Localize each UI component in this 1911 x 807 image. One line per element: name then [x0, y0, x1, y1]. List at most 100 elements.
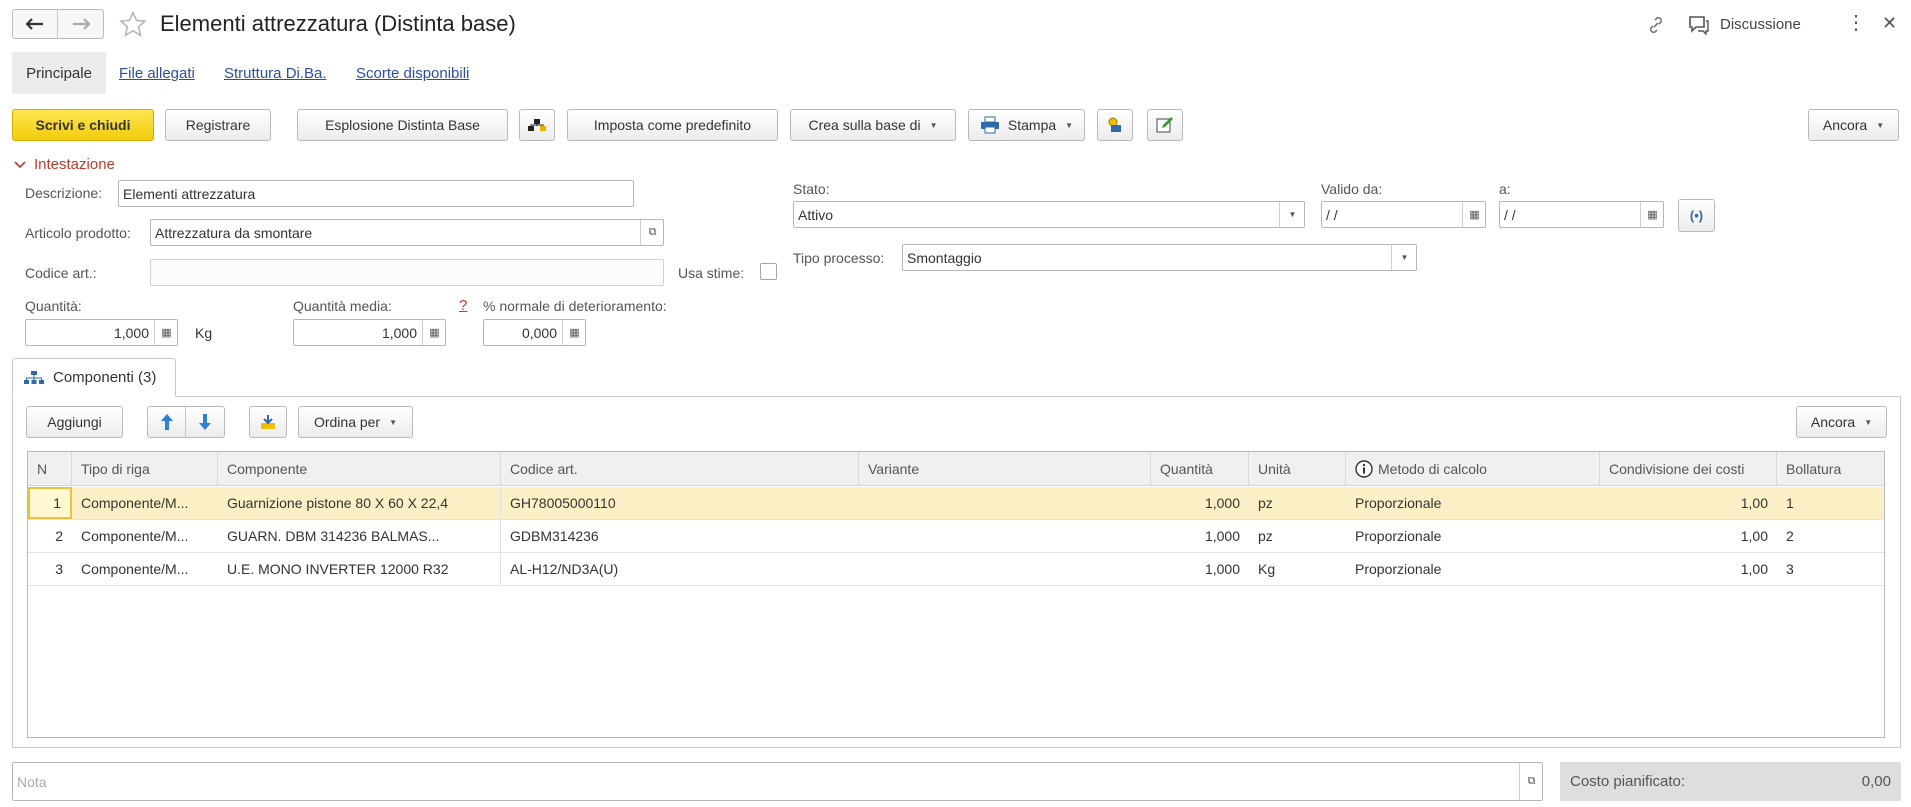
help-link[interactable]: ? [459, 297, 467, 314]
cell-n[interactable]: 3 [28, 553, 72, 585]
cell-unita[interactable]: Kg [1249, 553, 1346, 585]
tab-scorte[interactable]: Scorte disponibili [356, 65, 469, 82]
more-button[interactable]: Ancora ▼ [1808, 109, 1899, 141]
cell-codice[interactable]: GDBM314236 [501, 520, 859, 552]
calendar-icon[interactable]: ▦ [1462, 202, 1485, 227]
cell-condivisione[interactable]: 1,00 [1600, 487, 1777, 519]
cell-metodo[interactable]: Proporzionale [1346, 520, 1600, 552]
structure-button[interactable] [519, 109, 555, 141]
cell-variante[interactable] [859, 553, 1151, 585]
close-icon[interactable]: ✕ [1882, 13, 1897, 33]
tab-struttura[interactable]: Struttura Di.Ba. [224, 65, 327, 82]
save-close-button[interactable]: Scrivi e chiudi [12, 109, 154, 141]
calculator-icon[interactable]: ▦ [562, 320, 585, 345]
set-default-button[interactable]: Imposta come predefinito [567, 109, 778, 141]
caret-down-icon[interactable]: ▼ [1391, 245, 1416, 270]
col-bollatura[interactable]: Bollatura [1777, 452, 1884, 485]
tab-componenti[interactable]: Componenti (3) [12, 358, 176, 397]
col-unita[interactable]: Unità [1249, 452, 1346, 485]
cell-unita[interactable]: pz [1249, 487, 1346, 519]
cell-variante[interactable] [859, 487, 1151, 519]
open-icon[interactable]: ⧉ [640, 220, 663, 245]
cell-quantita[interactable]: 1,000 [1151, 487, 1249, 519]
register-button[interactable]: Registrare [165, 109, 271, 141]
stato-value: Attivo [798, 206, 834, 223]
cell-bollatura[interactable]: 2 [1777, 520, 1884, 552]
valido-da-field[interactable]: / / ▦ [1321, 201, 1486, 228]
col-condivisione[interactable]: Condivisione dei costi [1600, 452, 1777, 485]
tipo-processo-select[interactable]: Smontaggio ▼ [902, 244, 1417, 271]
more-vert-icon[interactable]: ⋮ [1846, 13, 1866, 33]
calculator-icon[interactable]: ▦ [422, 320, 445, 345]
a-field[interactable]: / / ▦ [1499, 201, 1664, 228]
deterioramento-field[interactable]: 0,000 ▦ [483, 319, 586, 346]
cell-bollatura[interactable]: 3 [1777, 553, 1884, 585]
cell-tipo-riga[interactable]: Componente/M... [72, 520, 218, 552]
descrizione-field[interactable]: Elementi attrezzatura [118, 180, 634, 207]
col-codice[interactable]: Codice art. [501, 452, 859, 485]
calculator-icon[interactable]: ▦ [154, 320, 177, 345]
lock-access-button[interactable] [1097, 109, 1133, 141]
tab-file-allegati[interactable]: File allegati [119, 65, 195, 82]
usa-stime-checkbox[interactable] [760, 263, 777, 280]
cell-tipo-riga[interactable]: Componente/M... [72, 553, 218, 585]
link-icon[interactable] [1646, 15, 1666, 35]
codice-field[interactable] [150, 259, 664, 286]
sort-button[interactable]: Ordina per ▼ [298, 406, 413, 438]
stato-select[interactable]: Attivo ▼ [793, 201, 1305, 228]
components-table: N Tipo di riga Componente Codice art. Va… [27, 451, 1885, 738]
edit-button[interactable] [1147, 109, 1183, 141]
col-variante[interactable]: Variante [859, 452, 1151, 485]
forward-button[interactable] [58, 10, 103, 38]
calendar-icon[interactable]: ▦ [1640, 202, 1663, 227]
cell-bollatura[interactable]: 1 [1777, 487, 1884, 519]
quantita-media-field[interactable]: 1,000 ▦ [293, 319, 446, 346]
cell-tipo-riga[interactable]: Componente/M... [72, 487, 218, 519]
cell-n[interactable]: 1 [28, 487, 72, 519]
discussion-link[interactable]: Discussione [1720, 16, 1801, 33]
hierarchy-icon [24, 370, 44, 384]
print-button[interactable]: Stampa ▼ [968, 109, 1085, 141]
cell-componente[interactable]: Guarnizione pistone 80 X 60 X 22,4 [218, 487, 501, 519]
open-icon[interactable]: ⧉ [1519, 763, 1542, 800]
add-button[interactable]: Aggiungi [26, 406, 123, 438]
tab-principale[interactable]: Principale [12, 52, 106, 94]
cell-componente[interactable]: GUARN. DBM 314236 BALMAS... [218, 520, 501, 552]
quantita-field[interactable]: 1,000 ▦ [25, 319, 178, 346]
col-tipo-riga[interactable]: Tipo di riga [72, 452, 218, 485]
cell-metodo[interactable]: Proporzionale [1346, 553, 1600, 585]
cell-metodo[interactable]: Proporzionale [1346, 487, 1600, 519]
back-button[interactable] [13, 10, 59, 38]
quantita-value: 1,000 [113, 324, 149, 341]
section-intestazione[interactable]: Intestazione [14, 156, 115, 173]
components-more-button[interactable]: Ancora ▼ [1796, 406, 1887, 438]
col-n[interactable]: N [28, 452, 72, 485]
cell-quantita[interactable]: 1,000 [1151, 553, 1249, 585]
cell-condivisione[interactable]: 1,00 [1600, 553, 1777, 585]
cell-n[interactable]: 2 [28, 520, 72, 552]
cell-variante[interactable] [859, 520, 1151, 552]
cell-condivisione[interactable]: 1,00 [1600, 520, 1777, 552]
cell-codice[interactable]: GH78005000110 [501, 487, 859, 519]
col-componente[interactable]: Componente [218, 452, 501, 485]
table-row[interactable]: 2 Componente/M... GUARN. DBM 314236 BALMAS… [28, 520, 1884, 553]
nota-field[interactable]: Nota ⧉ [12, 762, 1543, 801]
cell-codice[interactable]: AL-H12/ND3A(U) [501, 553, 859, 585]
col-metodo[interactable]: Metodo di calcolo [1346, 452, 1600, 485]
move-down-button[interactable] [186, 407, 224, 437]
cell-componente[interactable]: U.E. MONO INVERTER 12000 R32 [218, 553, 501, 585]
cell-quantita[interactable]: 1,000 [1151, 520, 1249, 552]
cell-unita[interactable]: pz [1249, 520, 1346, 552]
period-button[interactable]: (•) [1678, 199, 1715, 232]
table-row[interactable]: 1 Componente/M... Guarnizione pistone 80 X… [28, 487, 1884, 520]
caret-down-icon[interactable]: ▼ [1279, 202, 1304, 227]
load-button[interactable] [249, 406, 287, 438]
favorite-star-icon[interactable] [118, 10, 148, 39]
table-row[interactable]: 3 Componente/M... U.E. MONO INVERTER 12000… [28, 553, 1884, 586]
create-based-button[interactable]: Crea sulla base di ▼ [790, 109, 956, 141]
col-quantita[interactable]: Quantità [1151, 452, 1249, 485]
discussion-icon[interactable] [1688, 15, 1710, 35]
explode-bom-button[interactable]: Esplosione Distinta Base [297, 109, 508, 141]
move-up-button[interactable] [148, 407, 187, 437]
articolo-field[interactable]: Attrezzatura da smontare ⧉ [150, 219, 664, 246]
